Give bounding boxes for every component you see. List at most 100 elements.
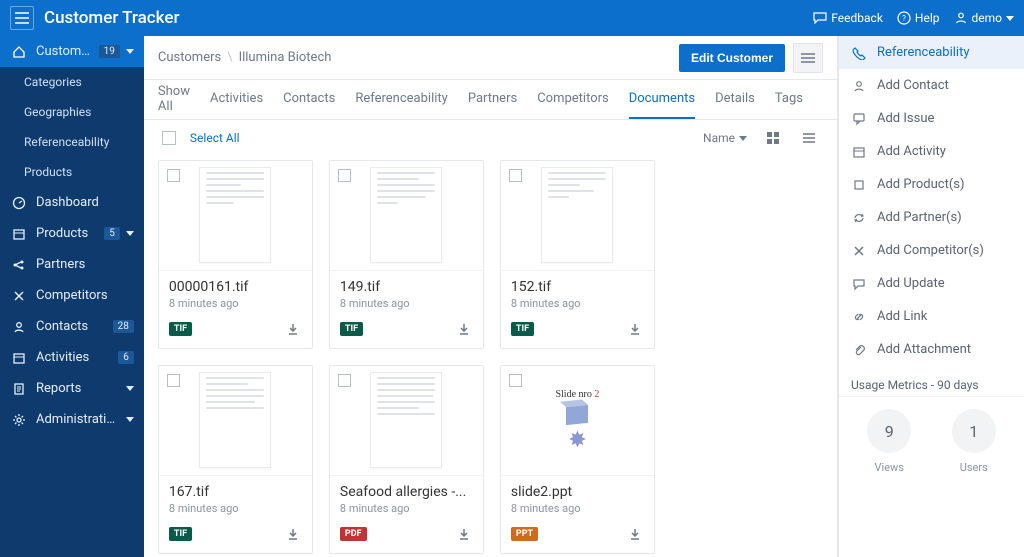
tab-partners[interactable]: Partners: [468, 91, 517, 108]
document-card[interactable]: 149.tif8 minutes ago TIF: [329, 160, 484, 349]
gauge-icon: [10, 196, 28, 210]
sidebar-item-reports[interactable]: Reports: [0, 373, 144, 404]
tab-activities[interactable]: Activities: [210, 91, 263, 108]
action-add-competitors[interactable]: Add Competitor(s): [839, 234, 1024, 267]
breadcrumb-current: Illumina Biotech: [239, 50, 332, 65]
sidebar-item-activities[interactable]: Activities 6: [0, 342, 144, 373]
file-type-badge: TIF: [511, 322, 534, 336]
card-title: slide2.ppt: [511, 484, 644, 500]
svg-text:?: ?: [902, 14, 906, 23]
card-checkbox[interactable]: [509, 169, 522, 182]
sidebar-item-referenceability[interactable]: Referenceability: [0, 127, 144, 157]
action-add-contact[interactable]: Add Contact: [839, 69, 1024, 102]
action-add-activity[interactable]: Add Activity: [839, 135, 1024, 168]
download-icon[interactable]: [626, 320, 644, 338]
cube-graphic: [566, 405, 588, 425]
tab-competitors[interactable]: Competitors: [537, 91, 609, 108]
caret-down-icon: [739, 136, 747, 141]
document-card[interactable]: Slide nro 2 ✸ slide2.ppt8 minutes ago PP…: [500, 365, 655, 554]
action-add-update[interactable]: Add Update: [839, 267, 1024, 300]
document-card[interactable]: 00000161.tif8 minutes ago TIF: [158, 160, 313, 349]
card-time: 8 minutes ago: [169, 502, 302, 515]
card-checkbox[interactable]: [338, 374, 351, 387]
download-icon[interactable]: [284, 525, 302, 543]
card-time: 8 minutes ago: [340, 502, 473, 515]
download-icon[interactable]: [455, 320, 473, 338]
x-icon: [10, 290, 28, 302]
metric-label: Views: [867, 461, 911, 474]
share-icon: [10, 258, 28, 272]
file-type-badge: PPT: [511, 527, 538, 541]
more-actions-button[interactable]: [793, 43, 823, 73]
metric-views: 9 Views: [867, 409, 911, 474]
sort-dropdown[interactable]: Name: [703, 131, 747, 145]
hamburger-menu-button[interactable]: [10, 6, 34, 30]
select-all-checkbox[interactable]: [162, 131, 176, 145]
download-icon[interactable]: [455, 525, 473, 543]
sidebar-item-contacts[interactable]: Contacts 28: [0, 311, 144, 342]
box-icon: [10, 227, 28, 241]
card-checkbox[interactable]: [167, 169, 180, 182]
calendar-icon: [851, 145, 867, 159]
tab-details[interactable]: Details: [715, 91, 755, 108]
breadcrumb-root[interactable]: Customers: [158, 50, 221, 65]
feedback-link[interactable]: Feedback: [813, 11, 883, 25]
tab-referenceability[interactable]: Referenceability: [355, 91, 447, 108]
sidebar: Customers 19 Categories Geographies Refe…: [0, 36, 144, 557]
edit-customer-button[interactable]: Edit Customer: [679, 44, 785, 72]
user-menu[interactable]: demo: [954, 11, 1015, 25]
sidebar-item-partners[interactable]: Partners: [0, 249, 144, 280]
download-icon[interactable]: [284, 320, 302, 338]
sidebar-item-products-sub[interactable]: Products: [0, 157, 144, 187]
document-card[interactable]: 152.tif8 minutes ago TIF: [500, 160, 655, 349]
home-icon: [10, 45, 28, 59]
tab-documents[interactable]: Documents: [629, 91, 695, 108]
card-checkbox[interactable]: [338, 169, 351, 182]
download-icon[interactable]: [626, 525, 644, 543]
star-graphic: ✸: [568, 430, 586, 452]
sidebar-item-dashboard[interactable]: Dashboard: [0, 187, 144, 218]
select-all-link[interactable]: Select All: [190, 131, 240, 145]
phone-icon: [851, 46, 867, 60]
tab-contacts[interactable]: Contacts: [283, 91, 335, 108]
sidebar-item-administration[interactable]: Administration: [0, 404, 144, 435]
tab-tags[interactable]: Tags: [775, 91, 803, 108]
sidebar-item-competitors[interactable]: Competitors: [0, 280, 144, 311]
action-add-link[interactable]: Add Link: [839, 300, 1024, 333]
card-title: 152.tif: [511, 279, 644, 295]
action-add-attachment[interactable]: Add Attachment: [839, 333, 1024, 366]
clip-icon: [851, 343, 867, 357]
action-referenceability[interactable]: Referenceability: [839, 36, 1024, 69]
gear-icon: [10, 413, 28, 427]
usage-metrics-title: Usage Metrics - 90 days: [839, 366, 1024, 396]
right-actions-panel: Referenceability Add Contact Add Issue A…: [838, 36, 1024, 557]
action-add-issue[interactable]: Add Issue: [839, 102, 1024, 135]
caret-down-icon: [1006, 16, 1014, 21]
action-add-products[interactable]: Add Product(s): [839, 168, 1024, 201]
card-checkbox[interactable]: [509, 374, 522, 387]
tab-show-all[interactable]: Show All: [158, 84, 190, 116]
doc-icon: [10, 382, 28, 396]
sidebar-item-geographies[interactable]: Geographies: [0, 97, 144, 127]
app-title: Customer Tracker: [44, 8, 180, 28]
chat-icon: [851, 112, 867, 126]
card-title: 149.tif: [340, 279, 473, 295]
sidebar-item-label: Customers: [36, 44, 95, 59]
person-icon: [851, 79, 867, 93]
sidebar-item-categories[interactable]: Categories: [0, 67, 144, 97]
slide-title: Slide nro 2: [555, 389, 599, 400]
card-time: 8 minutes ago: [340, 297, 473, 310]
grid-view-button[interactable]: [763, 128, 783, 148]
action-add-partners[interactable]: Add Partner(s): [839, 201, 1024, 234]
metric-value: 1: [952, 409, 996, 453]
card-checkbox[interactable]: [167, 374, 180, 387]
help-link[interactable]: ? Help: [897, 11, 940, 25]
sidebar-item-products[interactable]: Products 5: [0, 218, 144, 249]
document-card[interactable]: 167.tif8 minutes ago TIF: [158, 365, 313, 554]
chevron-down-icon: [126, 49, 134, 54]
file-type-badge: PDF: [340, 527, 367, 541]
file-type-badge: TIF: [169, 527, 192, 541]
sidebar-item-customers[interactable]: Customers 19: [0, 36, 144, 67]
list-view-button[interactable]: [799, 128, 819, 148]
document-card[interactable]: Seafood allergies -...8 minutes ago PDF: [329, 365, 484, 554]
